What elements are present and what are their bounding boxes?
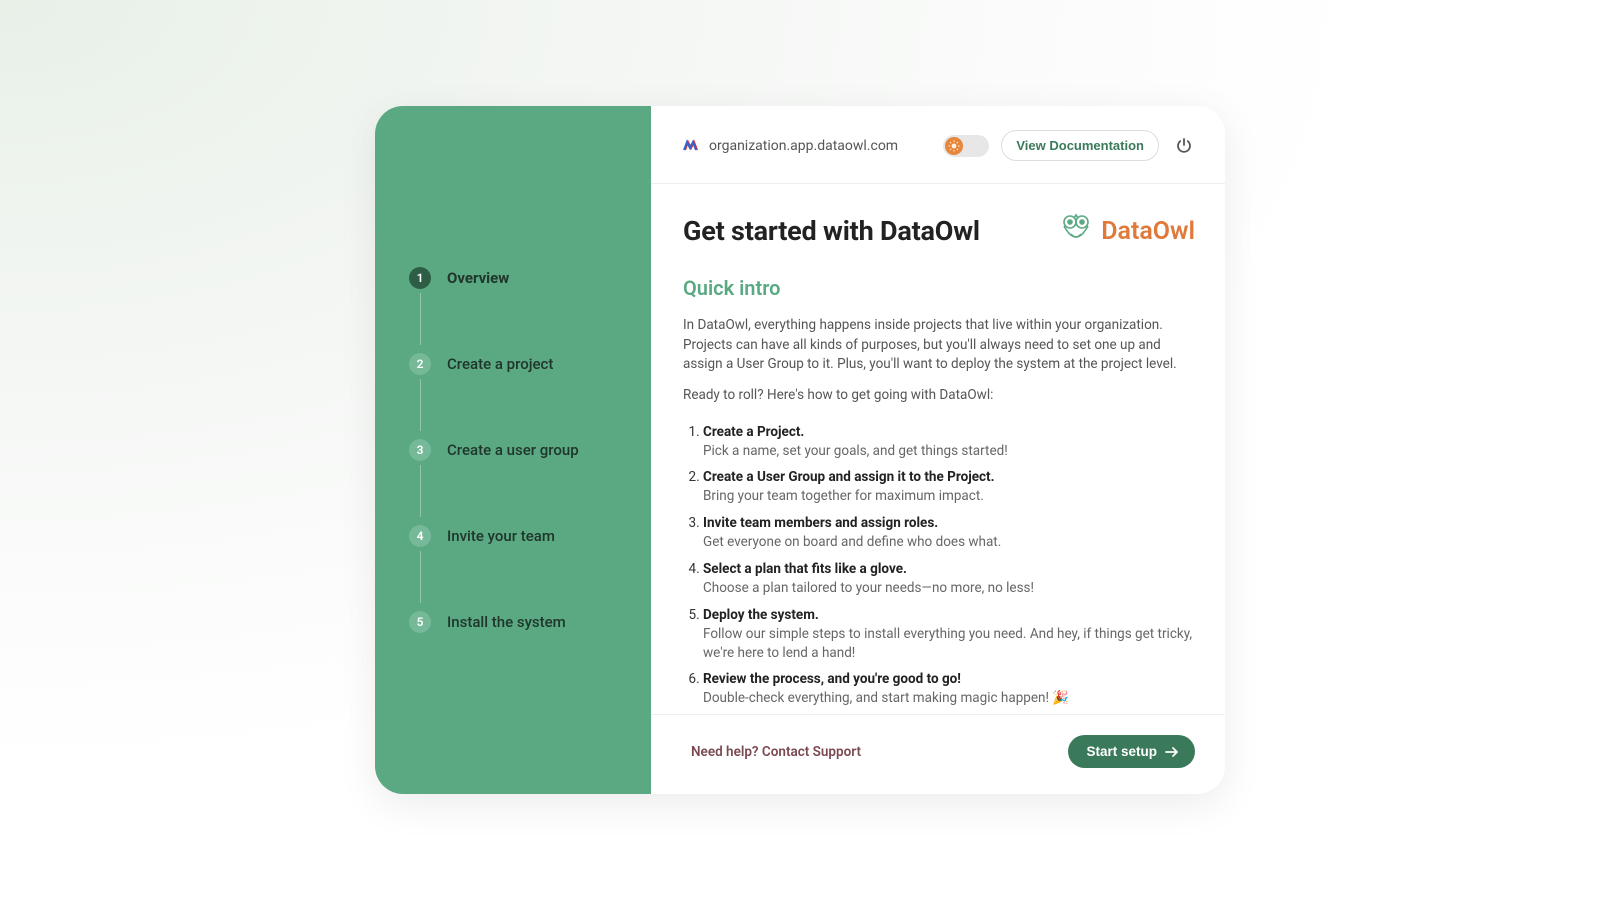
brand: DataOwl <box>1059 210 1195 252</box>
step-5[interactable]: 5 Install the system <box>409 605 651 639</box>
task-item: Review the process, and you're good to g… <box>703 670 1195 708</box>
org-url: organization.app.dataowl.com <box>709 138 898 154</box>
task-item: Create a Project. Pick a name, set your … <box>703 423 1195 461</box>
contact-support-link[interactable]: Need help? Contact Support <box>691 744 861 760</box>
task-title: Invite team members and assign roles. <box>703 515 938 531</box>
main-panel: organization.app.dataowl.com View Docume… <box>651 106 1225 794</box>
step-label: Invite your team <box>447 527 555 545</box>
start-setup-label: Start setup <box>1086 744 1157 759</box>
task-desc: Pick a name, set your goals, and get thi… <box>703 442 1195 461</box>
task-title: Create a User Group and assign it to the… <box>703 469 995 485</box>
theme-toggle[interactable] <box>943 135 989 157</box>
ready-text: Ready to roll? Here's how to get going w… <box>683 387 1195 403</box>
task-desc: Follow our simple steps to install every… <box>703 625 1195 663</box>
owl-icon <box>1059 210 1093 252</box>
step-number: 3 <box>409 439 431 461</box>
task-title: Deploy the system. <box>703 607 819 623</box>
step-number: 4 <box>409 525 431 547</box>
onboarding-modal: 1 Overview 2 Create a project 3 Create a… <box>375 106 1225 794</box>
brand-name: DataOwl <box>1101 217 1195 246</box>
task-list: Create a Project. Pick a name, set your … <box>683 423 1195 709</box>
task-item: Create a User Group and assign it to the… <box>703 468 1195 506</box>
step-label: Install the system <box>447 613 566 631</box>
task-desc: Double-check everything, and start makin… <box>703 689 1195 708</box>
task-item: Deploy the system. Follow our simple ste… <box>703 606 1195 663</box>
topbar: organization.app.dataowl.com View Docume… <box>651 106 1225 184</box>
step-number: 2 <box>409 353 431 375</box>
task-desc: Bring your team together for maximum imp… <box>703 487 1195 506</box>
step-number: 1 <box>409 267 431 289</box>
view-documentation-button[interactable]: View Documentation <box>1001 130 1159 161</box>
task-item: Select a plan that fits like a glove. Ch… <box>703 560 1195 598</box>
task-title: Create a Project. <box>703 424 804 440</box>
step-4[interactable]: 4 Invite your team <box>409 519 651 553</box>
content-area: Get started with DataOwl DataOwl Quick i… <box>651 184 1225 714</box>
step-2[interactable]: 2 Create a project <box>409 347 651 381</box>
task-title: Review the process, and you're good to g… <box>703 671 961 687</box>
task-desc: Choose a plan tailored to your needs—no … <box>703 579 1195 598</box>
step-1[interactable]: 1 Overview <box>409 261 651 295</box>
content-header: Get started with DataOwl DataOwl <box>683 210 1195 252</box>
step-label: Overview <box>447 269 509 287</box>
task-desc: Get everyone on board and define who doe… <box>703 533 1195 552</box>
arrow-right-icon <box>1165 746 1179 758</box>
step-number: 5 <box>409 611 431 633</box>
intro-text: In DataOwl, everything happens inside pr… <box>683 316 1195 375</box>
step-label: Create a user group <box>447 441 579 459</box>
page-title: Get started with DataOwl <box>683 215 980 247</box>
sidebar: 1 Overview 2 Create a project 3 Create a… <box>375 106 651 794</box>
power-icon[interactable] <box>1175 137 1193 155</box>
step-list: 1 Overview 2 Create a project 3 Create a… <box>375 261 651 639</box>
sun-icon <box>945 137 963 155</box>
task-title: Select a plan that fits like a glove. <box>703 561 907 577</box>
subheading: Quick intro <box>683 276 1195 300</box>
start-setup-button[interactable]: Start setup <box>1068 735 1195 768</box>
footer: Need help? Contact Support Start setup <box>651 714 1225 794</box>
task-item: Invite team members and assign roles. Ge… <box>703 514 1195 552</box>
app-logo-icon <box>683 138 699 154</box>
step-3[interactable]: 3 Create a user group <box>409 433 651 467</box>
step-label: Create a project <box>447 355 553 373</box>
